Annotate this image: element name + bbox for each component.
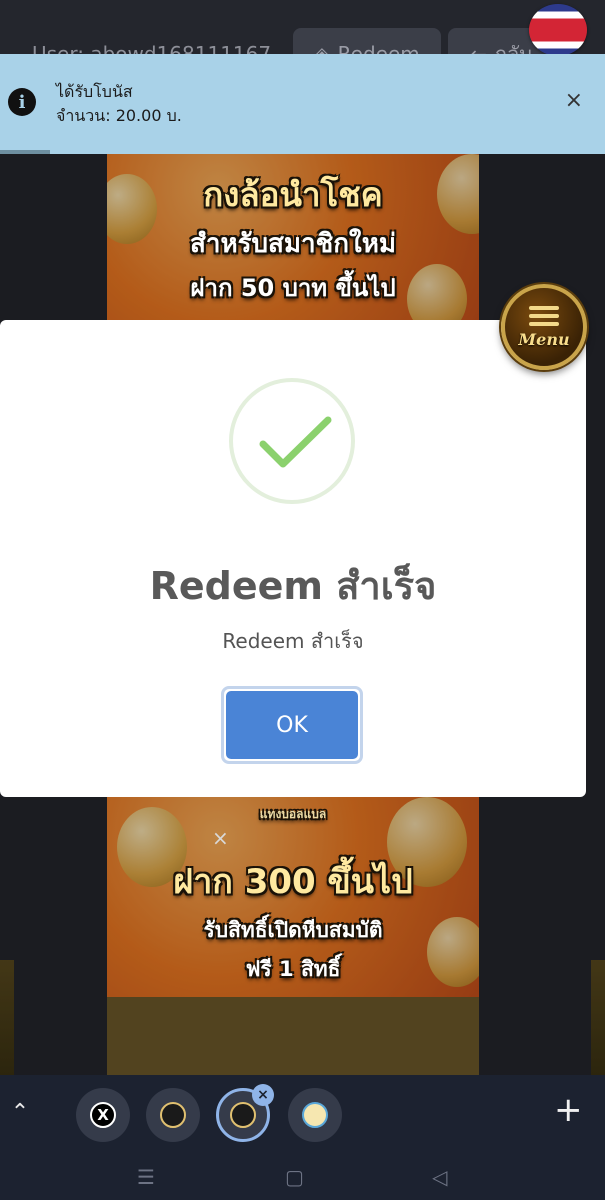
toast-close-button[interactable]: × (565, 90, 583, 112)
new-tab-button[interactable]: + (554, 1093, 583, 1127)
dialog-message: Redeem สำเร็จ (222, 629, 364, 653)
toast-notification: i ได้รับโบนัส จำนวน: 20.00 บ. × (0, 54, 605, 154)
dialog-title: Redeem สำเร็จ (149, 564, 437, 608)
toast-body: จำนวน: 20.00 บ. (56, 106, 182, 125)
home-icon[interactable]: ▢ (285, 1165, 304, 1189)
tab-close-button[interactable]: × (252, 1084, 274, 1106)
x-logo-icon: X (90, 1102, 116, 1128)
tab-site-4[interactable] (288, 1088, 342, 1142)
toast-progress-bar (0, 150, 50, 154)
promo-title: กงล้อนำโชค (203, 175, 383, 214)
info-icon: i (8, 88, 36, 116)
site-logo-icon (160, 1102, 186, 1128)
chevron-up-icon[interactable]: ⌃ (8, 1097, 32, 1127)
promo-subtitle: รับสิทธิ์เปิดหีบสมบัติ (203, 918, 383, 942)
recent-apps-icon[interactable]: ☰ (137, 1165, 155, 1189)
brand-logo: แทงบอลแบล (259, 807, 327, 821)
success-dialog: Redeem สำเร็จ Redeem สำเร็จ OK (0, 320, 586, 797)
back-icon[interactable]: ◁ (432, 1165, 447, 1189)
tab-x[interactable]: X (76, 1088, 130, 1142)
promo-title: ฝาก 300 ขึ้นไป (173, 862, 413, 902)
promo-subtitle: สำหรับสมาชิกใหม่ (189, 229, 397, 259)
thailand-flag-icon[interactable] (529, 4, 587, 56)
tab-site-2[interactable] (146, 1088, 200, 1142)
promo-condition: ฝาก 50 บาท ขึ้นไป (190, 274, 396, 302)
floating-menu-button[interactable]: Menu (501, 284, 587, 370)
ok-button[interactable]: OK (226, 691, 358, 759)
site-logo-icon (230, 1102, 256, 1128)
browser-tab-bar: ⌃ X × + (0, 1075, 605, 1155)
promo-condition: ฟรี 1 สิทธิ์ (245, 957, 341, 981)
system-nav-bar: ☰ ▢ ◁ (0, 1155, 605, 1200)
site-logo-icon (302, 1102, 328, 1128)
hamburger-icon (529, 305, 559, 326)
menu-label: Menu (518, 329, 570, 349)
check-icon (259, 416, 332, 468)
success-icon-ring (229, 378, 355, 504)
close-icon[interactable]: × (212, 826, 229, 850)
toast-title: ได้รับโบนัส (56, 82, 133, 101)
